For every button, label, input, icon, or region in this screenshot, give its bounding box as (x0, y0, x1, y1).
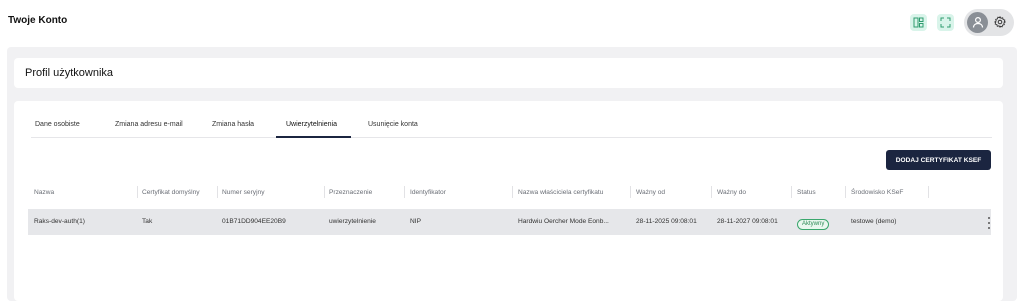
credentials-card: Dane osobiste Zmiana adresu e-mail Zmian… (14, 101, 1003, 301)
tab-personal-data[interactable]: Dane osobiste (35, 121, 80, 128)
column-header-environment[interactable]: Środowisko KSeF (851, 189, 903, 196)
column-separator (711, 186, 712, 198)
page-title: Profil użytkownika (25, 67, 114, 79)
tab-change-password[interactable]: Zmiana hasła (212, 121, 254, 128)
column-header-identifier[interactable]: Identyfikator (410, 189, 446, 196)
cell-purpose: uwierzytelnienie (329, 218, 376, 225)
cell-default: Tak (142, 218, 153, 225)
add-certificate-button[interactable]: DODAJ CERTYFIKAT KSEF (886, 150, 991, 170)
column-separator (217, 186, 218, 198)
column-header-owner[interactable]: Nazwa właściciela certyfikatu (518, 189, 603, 196)
column-header-default[interactable]: Certyfikat domyślny (142, 189, 200, 196)
column-header-name[interactable]: Nazwa (34, 189, 54, 196)
cell-identifier: NIP (410, 218, 421, 225)
more-vertical-icon[interactable] (986, 217, 992, 229)
column-separator (845, 186, 846, 198)
status-badge: Aktywny (797, 219, 830, 230)
cell-name: Raks-dev-auth(1) (34, 218, 85, 225)
column-header-serial[interactable]: Numer seryjny (222, 189, 265, 196)
column-separator (512, 186, 513, 198)
table-row[interactable]: Raks-dev-auth(1) Tak 01B71DD904EE20B9 uw… (28, 209, 991, 235)
tab-bar: Dane osobiste Zmiana adresu e-mail Zmian… (31, 101, 992, 138)
expand-icon (940, 17, 951, 27)
column-separator (928, 186, 929, 198)
gear-icon[interactable] (994, 16, 1006, 28)
column-separator (404, 186, 405, 198)
user-icon (972, 16, 983, 28)
user-menu[interactable] (964, 8, 1014, 36)
cell-valid-from: 28-11-2025 09:08:01 (636, 218, 697, 225)
app-title: Twoje Konto (8, 15, 68, 26)
cell-owner: Hardwiu Oercher Mode Eonb... (518, 218, 609, 225)
avatar[interactable] (967, 11, 988, 33)
column-separator (630, 186, 631, 198)
active-tab-indicator (276, 136, 351, 138)
table-header: Nazwa Certyfikat domyślny Numer seryjny … (28, 183, 991, 203)
layout-icon (913, 17, 924, 27)
fullscreen-button[interactable] (937, 13, 954, 31)
column-header-valid-to[interactable]: Ważny do (717, 189, 746, 196)
column-separator (791, 186, 792, 198)
column-header-purpose[interactable]: Przeznaczenie (329, 189, 372, 196)
column-header-status[interactable]: Status (797, 189, 816, 196)
tab-delete-account[interactable]: Usunięcie konta (368, 121, 418, 128)
top-bar: Twoje Konto (0, 0, 1024, 44)
cell-serial: 01B71DD904EE20B9 (222, 218, 286, 225)
column-separator (324, 186, 325, 198)
tab-change-email[interactable]: Zmiana adresu e-mail (115, 121, 183, 128)
tab-authentication[interactable]: Uwierzytelnienia (286, 121, 337, 128)
cell-valid-to: 28-11-2027 09:08:01 (717, 218, 778, 225)
cell-environment: testowe (demo) (851, 218, 897, 225)
top-actions (910, 8, 1014, 36)
column-separator (137, 186, 138, 198)
profile-header-card: Profil użytkownika (14, 58, 1003, 88)
column-header-valid-from[interactable]: Ważny od (636, 189, 665, 196)
layout-button[interactable] (910, 13, 927, 31)
